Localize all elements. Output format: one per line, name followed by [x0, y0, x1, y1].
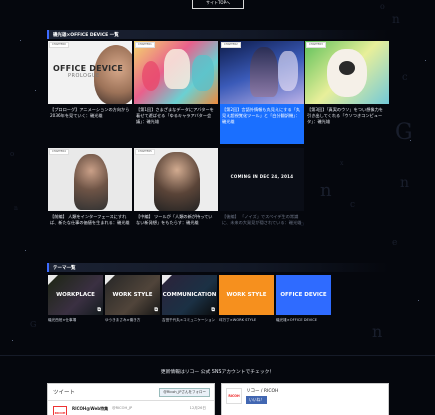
- theme-label: WORK STYLE: [112, 292, 153, 298]
- article-thumbnail[interactable]: OFFICE DEVICE PROLOGUE CHAPTER0: [48, 41, 132, 104]
- article-thumbnail[interactable]: CHAPTER3: [305, 41, 389, 104]
- article-card-3[interactable]: CHAPTER3 【第3回】「真実のウソ」をつい想像力を引き出してくれる「ウソつ…: [305, 41, 389, 144]
- chapter-badge: CHAPTER1: [135, 42, 155, 48]
- article-card-prologue[interactable]: OFFICE DEVICE PROLOGUE CHAPTER0 【プロローグ】ア…: [48, 41, 132, 144]
- illustration-shape: [142, 61, 160, 91]
- twitter-follow-button[interactable]: @Ricoh_JPさんをフォロー: [159, 388, 210, 397]
- section-divider: [0, 355, 435, 356]
- theme-caption[interactable]: 坪万丁×WORK STYLE: [219, 315, 274, 323]
- portrait-image: [74, 154, 108, 210]
- coming-soon-label: COMING IN DEC 24, 2014: [230, 174, 294, 179]
- external-link-icon: ⧉: [211, 307, 215, 313]
- sns-follow-message: 更新情報はリコー 公式 SNSアカウントでチェック！: [160, 370, 275, 375]
- external-link-icon: ⧉: [97, 307, 101, 313]
- article-title-link[interactable]: 【第3回】「真実のウソ」をつい想像力を引き出してくれる「ウソつきコンピュータ」：…: [305, 104, 389, 144]
- theme-thumbnail[interactable]: WORK STYLE: [219, 275, 274, 315]
- article-card-1[interactable]: CHAPTER1 【第1回】さまざまなデータにアバターを着せて遊ばせる「ゆるキャ…: [134, 41, 218, 144]
- theme-card-office-device[interactable]: OFFICE DEVICE 磯光雄×OFFICE DEVICE: [276, 275, 331, 323]
- article-thumbnail[interactable]: CHAPTER4: [48, 148, 132, 211]
- illustration-shape: [164, 49, 190, 89]
- article-title-text: 【後編】 「ノイズ」でスペイデ生の常識に、未来の大発見が隠されている：磯光雄: [222, 214, 302, 226]
- tweet-author-handle[interactable]: @RICOH_JP: [112, 406, 132, 410]
- external-link-icon: ⧉: [154, 307, 158, 313]
- theme-thumbnail[interactable]: OFFICE DEVICE: [276, 275, 331, 315]
- article-thumbnail[interactable]: CHAPTER5: [134, 148, 218, 211]
- tweet-date[interactable]: 12月26日: [190, 406, 206, 411]
- theme-label: WORK STYLE: [226, 292, 267, 298]
- tweet-author-name[interactable]: RICOH@Web特集: [72, 406, 108, 412]
- corner-ribbon: [105, 275, 115, 285]
- illustration-shape: [192, 55, 214, 91]
- article-card-6: COMING IN DEC 24, 2014 【後編】 「ノイズ」でスペイデ生の…: [220, 148, 304, 251]
- article-title-link[interactable]: 【プロローグ】アニメーションの方向から2036年を見ていく：磯光雄: [48, 104, 132, 144]
- corner-ribbon: [162, 275, 172, 285]
- chapter-badge: CHAPTER2: [221, 42, 241, 48]
- section-title-themes: テーマ一覧: [47, 263, 388, 272]
- widget-divider: [48, 400, 214, 401]
- article-thumbnail[interactable]: CHAPTER1: [134, 41, 218, 104]
- ricoh-logo[interactable]: RICOH: [226, 388, 242, 404]
- theme-caption[interactable]: 磯光西班×仕事場: [48, 315, 103, 323]
- theme-label: WORKPLACE: [56, 292, 95, 298]
- chapter-badge: CHAPTER4: [49, 149, 69, 155]
- theme-card-communication[interactable]: COMMUNICATION ⧉ 吉田千代丸×コミュニケーション: [162, 275, 217, 323]
- illustration-shape: [339, 61, 355, 75]
- illustration-shape: [250, 47, 278, 97]
- facebook-page-name[interactable]: リコー / RICOH: [246, 388, 278, 394]
- twitter-widget: ツイート @Ricoh_JPさんをフォロー RICOH RICOH@Web特集 …: [47, 383, 215, 415]
- theme-label: COMMUNICATION: [162, 292, 217, 298]
- facebook-widget: RICOH リコー / RICOH いいね！: [221, 383, 389, 415]
- facebook-like-button[interactable]: いいね！: [246, 396, 268, 404]
- site-top-button[interactable]: サイトTOPへ: [192, 0, 244, 9]
- article-thumbnail-placeholder: COMING IN DEC 24, 2014: [220, 148, 304, 211]
- ricoh-logo-avatar[interactable]: RICOH: [53, 406, 67, 415]
- theme-card-workstyle[interactable]: WORK STYLE ⧉ ゆうきまさみ×働き方: [105, 275, 160, 323]
- chapter-badge: CHAPTER0: [49, 42, 69, 48]
- article-title-link[interactable]: 【第1回】さまざまなデータにアバターを着せて遊ばせる「ゆるキャラアバター会議」：…: [134, 104, 218, 144]
- theme-card-workstyle-2[interactable]: WORK STYLE 坪万丁×WORK STYLE: [219, 275, 274, 323]
- theme-thumbnail[interactable]: WORKPLACE ⧉: [48, 275, 103, 315]
- thumbnail-title: OFFICE DEVICE: [53, 64, 124, 73]
- chapter-badge: CHAPTER5: [135, 149, 155, 155]
- article-title-link[interactable]: 【前編】 人類をインターフェースにすれば、新たな仕事の価値を生まれる：磯光雄: [48, 211, 132, 251]
- chapter-badge: CHAPTER3: [306, 42, 326, 48]
- corner-ribbon: [48, 275, 58, 285]
- thumbnail-subtitle: PROLOGUE: [68, 73, 100, 79]
- portrait-image: [94, 45, 132, 104]
- theme-label: OFFICE DEVICE: [280, 292, 327, 298]
- article-card-5[interactable]: CHAPTER5 【中編】 ツールが「人類の新が持っていない新発想」をもたらす：…: [134, 148, 218, 251]
- article-card-4[interactable]: CHAPTER4 【前編】 人類をインターフェースにすれば、新たな仕事の価値を生…: [48, 148, 132, 251]
- theme-thumbnail[interactable]: WORK STYLE ⧉: [105, 275, 160, 315]
- theme-caption[interactable]: ゆうきまさみ×働き方: [105, 315, 160, 323]
- illustration-shape: [278, 51, 298, 91]
- portrait-image: [154, 152, 200, 211]
- theme-card-workplace[interactable]: WORKPLACE ⧉ 磯光西班×仕事場: [48, 275, 103, 323]
- section-title-series: 磯光雄×OFFICE DEVICE 一覧: [47, 30, 388, 39]
- article-thumbnail[interactable]: CHAPTER2: [220, 41, 304, 104]
- theme-caption[interactable]: 吉田千代丸×コミュニケーション: [162, 315, 217, 323]
- article-title-link[interactable]: 【第2回】言語外情報も丸見えにする「丸見え超視覚化ツール」と「白分翻訳機」：磯光…: [220, 104, 304, 144]
- theme-caption[interactable]: 磯光雄×OFFICE DEVICE: [276, 315, 331, 323]
- article-card-2[interactable]: CHAPTER2 【第2回】言語外情報も丸見えにする「丸見え超視覚化ツール」と「…: [220, 41, 304, 144]
- article-title-link[interactable]: 【中編】 ツールが「人類の新が持っていない新発想」をもたらす：磯光雄: [134, 211, 218, 251]
- theme-thumbnail[interactable]: COMMUNICATION ⧉: [162, 275, 217, 315]
